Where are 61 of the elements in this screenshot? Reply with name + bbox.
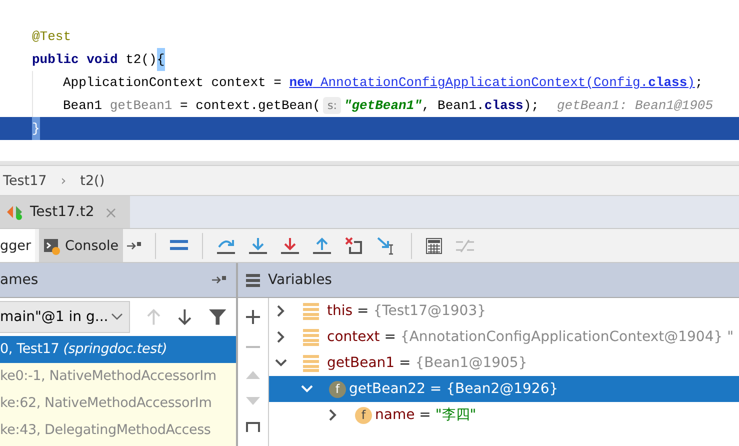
code-text: ApplicationContext context =	[63, 74, 282, 92]
frame-item[interactable]: 0, Test17 (springdoc.test)	[0, 336, 236, 363]
down-arrow-icon[interactable]	[280, 236, 299, 254]
inline-value: getBean1: Bean1@1905	[556, 97, 713, 115]
code-text: {	[156, 48, 165, 71]
breadcrumb-item[interactable]: t2()	[80, 172, 105, 188]
session-tab[interactable]: Test17.t2 ×	[0, 196, 130, 228]
panel-title: ames	[0, 272, 38, 288]
code-text: Bean1	[63, 97, 104, 115]
list-icon	[246, 273, 260, 287]
triangle-down-icon	[246, 396, 260, 406]
variable-row[interactable]: this = {Test17@1903}	[269, 298, 739, 324]
chevron-down-icon[interactable]	[301, 383, 313, 395]
chevron-right-icon[interactable]	[275, 331, 287, 343]
chevron-right-icon[interactable]	[327, 409, 339, 421]
variable-text: context = {AnnotationConfigApplicationContext@1904} "	[327, 329, 734, 345]
variable-row[interactable]: f name = "李四"	[269, 402, 739, 428]
variable-text: getBean1 = {Bean1@1905}	[327, 355, 528, 371]
down-arrow-icon[interactable]	[248, 236, 267, 254]
code-text: @Test	[32, 28, 72, 46]
breadcrumb-item[interactable]: Test17	[3, 172, 47, 188]
code-text: getBean1	[110, 97, 172, 115]
variable-row[interactable]: f getBean22 = {Bean2@1926}	[269, 376, 739, 402]
variable-row[interactable]: context = {AnnotationConfigApplicationContext@1904} "	[269, 324, 739, 350]
chevron-down-icon[interactable]	[275, 357, 287, 369]
plus-icon[interactable]	[246, 310, 260, 324]
pin-icon[interactable]	[212, 275, 226, 285]
tool-tab[interactable]: Console	[39, 229, 123, 262]
code-text: );	[523, 97, 539, 115]
code-text: "getBean1"	[344, 97, 422, 115]
console-icon	[43, 236, 61, 254]
parameter-hint: s:	[323, 97, 341, 114]
chevron-right-icon[interactable]	[275, 305, 287, 317]
field-icon: f	[329, 380, 346, 398]
code-text: = context.getBean(	[179, 97, 320, 115]
code-text: ;	[694, 74, 703, 92]
variable-row[interactable]: getBean1 = {Bean1@1905}	[269, 350, 739, 376]
triangle-up-icon	[246, 370, 260, 380]
code-text: t2()	[124, 51, 157, 69]
code-text: class	[484, 97, 524, 115]
variable-text: name = "李四"	[375, 406, 476, 424]
filter-icon[interactable]	[208, 308, 226, 326]
down-arrow-icon[interactable]	[177, 308, 193, 326]
up-arrow-icon[interactable]	[312, 236, 331, 254]
up-arrow-icon	[146, 308, 162, 326]
code-text: public void	[32, 51, 118, 69]
code-text: }	[32, 117, 40, 140]
trace-icon	[456, 238, 474, 252]
pin-icon[interactable]	[126, 240, 141, 250]
debug-icon	[6, 203, 24, 221]
field-icon: f	[355, 406, 372, 424]
calculator-icon[interactable]	[426, 238, 442, 254]
panel-title: Variables	[268, 272, 332, 288]
drop-frame-icon[interactable]	[344, 236, 363, 254]
thread-dropdown[interactable]: main"@1 in g...	[0, 301, 130, 333]
breadcrumb-separator: ›	[60, 172, 66, 188]
variable-text: getBean22 = {Bean2@1926}	[349, 381, 558, 397]
tool-tab[interactable]: gger	[0, 229, 35, 262]
code-text: , Bean1.	[422, 97, 484, 115]
variable-text: this = {Test17@1903}	[327, 303, 486, 319]
chevron-down-icon	[110, 313, 123, 321]
